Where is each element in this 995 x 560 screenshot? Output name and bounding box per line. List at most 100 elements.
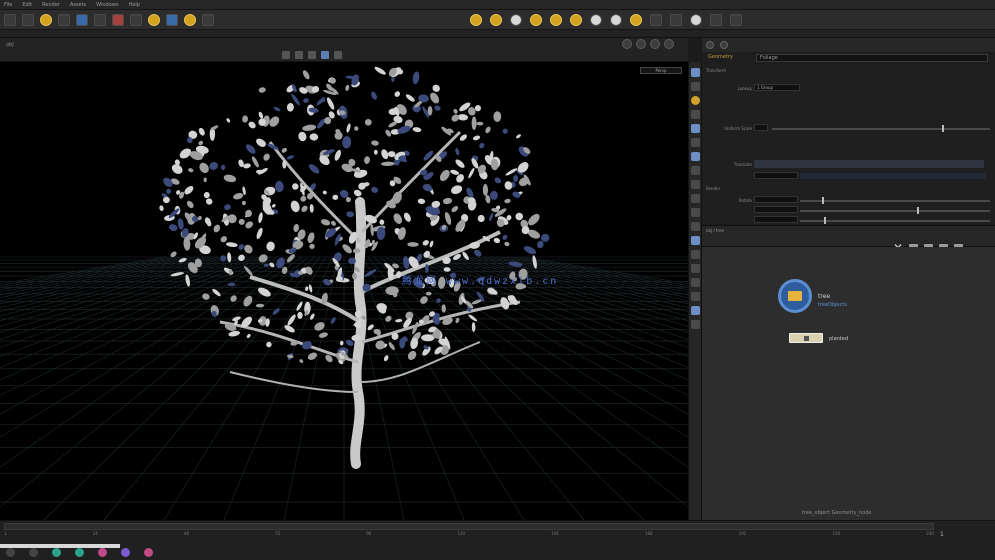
shelf-tool-icon[interactable]: [510, 13, 522, 26]
move-tool-icon[interactable]: [295, 51, 303, 59]
tool-icon[interactable]: [690, 138, 700, 147]
menu-edit[interactable]: Edit: [22, 2, 32, 8]
shelf-tool-icon[interactable]: [570, 13, 582, 26]
network-path[interactable]: obj / tree: [706, 228, 724, 233]
camera-persp-button[interactable]: Persp: [640, 67, 682, 74]
snap-icon[interactable]: [334, 51, 342, 59]
viewport-path[interactable]: obj: [6, 42, 14, 48]
display-option-icon[interactable]: [650, 39, 660, 49]
tool-icon[interactable]: [690, 180, 700, 189]
section-label[interactable]: Transform: [706, 68, 726, 73]
tool-icon[interactable]: [690, 222, 700, 231]
pane-option-icon[interactable]: [720, 41, 728, 49]
shelf-tool-icon[interactable]: [490, 13, 502, 26]
leaf: [296, 301, 303, 311]
tool-icon[interactable]: [690, 152, 700, 161]
param-field[interactable]: [754, 124, 768, 131]
menu-file[interactable]: File: [4, 2, 12, 8]
app-icon[interactable]: [75, 548, 84, 557]
param-field[interactable]: [754, 160, 984, 168]
current-frame[interactable]: 1: [940, 531, 944, 538]
param-slider[interactable]: [772, 128, 990, 130]
display-option-icon[interactable]: [664, 39, 674, 49]
param-field[interactable]: [754, 196, 798, 203]
param-field[interactable]: [754, 216, 798, 223]
app-icon[interactable]: [52, 548, 61, 557]
shelf-tool-icon[interactable]: [148, 13, 160, 26]
shelf-tool-icon[interactable]: [166, 13, 178, 26]
display-option-icon[interactable]: [636, 39, 646, 49]
shelf-tool-icon[interactable]: [130, 13, 142, 26]
display-option-icon[interactable]: [622, 39, 632, 49]
shelf-tool-icon[interactable]: [94, 13, 106, 26]
slider-handle[interactable]: [822, 197, 824, 204]
tool-icon[interactable]: [690, 110, 700, 119]
app-icon[interactable]: [121, 548, 130, 557]
tool-icon[interactable]: [690, 68, 700, 77]
app-icon[interactable]: [6, 548, 15, 557]
shelf-tool-icon[interactable]: [470, 13, 482, 26]
leaf: [198, 140, 204, 146]
tool-icon[interactable]: [690, 194, 700, 203]
param-field[interactable]: [754, 172, 798, 179]
shelf-tool-icon[interactable]: [76, 13, 88, 26]
tool-icon[interactable]: [690, 236, 700, 245]
shelf-tool-icon[interactable]: [610, 13, 622, 26]
network-editor[interactable]: tree treeObjects planted tree_object Geo…: [702, 247, 995, 520]
planted-node[interactable]: [789, 333, 823, 343]
app-icon[interactable]: [98, 548, 107, 557]
param-slider[interactable]: [800, 200, 990, 202]
section-label[interactable]: Render: [706, 186, 720, 191]
tool-icon[interactable]: [690, 166, 700, 175]
menu-windows[interactable]: Windows: [96, 2, 118, 8]
shelf-tool-icon[interactable]: [730, 13, 742, 26]
shelf-tool-icon[interactable]: [202, 13, 214, 26]
tool-icon[interactable]: [690, 264, 700, 273]
tool-icon[interactable]: [690, 250, 700, 259]
app-icon[interactable]: [29, 548, 38, 557]
shelf-tool-icon[interactable]: [530, 13, 542, 26]
menu-render[interactable]: Render: [42, 2, 60, 8]
slider-handle[interactable]: [824, 217, 826, 224]
shelf-tool-icon[interactable]: [650, 13, 662, 26]
pane-menu-icon[interactable]: [706, 41, 714, 49]
tool-icon[interactable]: [690, 82, 700, 91]
tool-icon[interactable]: [690, 320, 700, 329]
param-field[interactable]: [754, 206, 798, 213]
rotate-tool-icon[interactable]: [308, 51, 316, 59]
app-icon[interactable]: [144, 548, 153, 557]
shelf-tool-icon[interactable]: [22, 13, 34, 26]
tool-icon[interactable]: [690, 96, 700, 105]
select-tool-icon[interactable]: [282, 51, 290, 59]
param-field[interactable]: [800, 173, 986, 179]
slider-handle[interactable]: [917, 207, 919, 214]
shelf-tool-icon[interactable]: [630, 13, 642, 26]
param-field[interactable]: 1 Group: [754, 84, 800, 91]
shelf-tool-icon[interactable]: [112, 13, 124, 26]
shelf-tool-icon[interactable]: [4, 13, 16, 26]
menu-help[interactable]: Help: [128, 2, 139, 8]
shelf-tool-icon[interactable]: [40, 13, 52, 26]
shelf-tool-icon[interactable]: [58, 13, 70, 26]
leaf: [488, 213, 494, 222]
tree-node[interactable]: [778, 279, 812, 313]
tool-icon[interactable]: [690, 124, 700, 133]
shelf-tool-icon[interactable]: [550, 13, 562, 26]
3d-viewport[interactable]: Persp 腾龙网 www.qdwzxlb.cn: [0, 62, 688, 520]
view-tool-icon[interactable]: [321, 51, 329, 59]
shelf-tool-icon[interactable]: [670, 13, 682, 26]
slider-handle[interactable]: [942, 125, 944, 132]
tool-icon[interactable]: [690, 208, 700, 217]
shelf-tool-icon[interactable]: [590, 13, 602, 26]
tool-icon[interactable]: [690, 292, 700, 301]
timeline-bar[interactable]: [4, 523, 934, 530]
tool-icon[interactable]: [690, 278, 700, 287]
param-slider[interactable]: [800, 210, 990, 212]
menu-assets[interactable]: Assets: [70, 2, 86, 8]
tool-icon[interactable]: [690, 306, 700, 315]
param-slider[interactable]: [800, 220, 990, 222]
node-name-field[interactable]: Foliage: [756, 54, 988, 62]
shelf-tool-icon[interactable]: [690, 13, 702, 26]
shelf-tool-icon[interactable]: [710, 13, 722, 26]
shelf-tool-icon[interactable]: [184, 13, 196, 26]
